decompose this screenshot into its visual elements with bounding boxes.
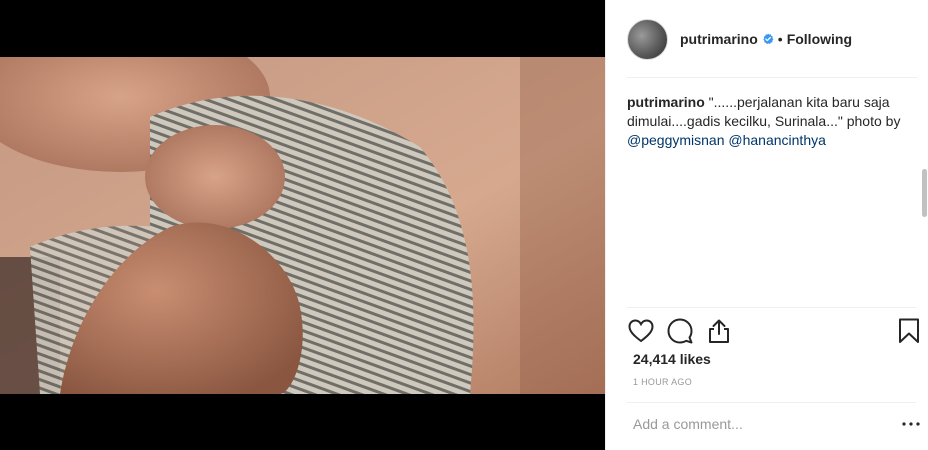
scrollbar-thumb[interactable]: [922, 169, 927, 217]
header-username[interactable]: putrimarino: [680, 31, 758, 47]
comment-button[interactable]: [666, 317, 694, 345]
divider: [627, 307, 916, 308]
post-caption: putrimarino "......perjalanan kita baru …: [627, 93, 909, 150]
verified-badge-icon: [762, 33, 774, 45]
comment-icon: [667, 318, 693, 344]
instagram-post-modal: putrimarino • Following putrimarino "...…: [0, 0, 928, 450]
following-button[interactable]: Following: [787, 31, 852, 47]
avatar[interactable]: [627, 18, 668, 60]
post-photo[interactable]: [0, 57, 605, 394]
caption-mention[interactable]: @hanancinthya: [728, 132, 826, 148]
more-dots-icon: [902, 422, 920, 426]
caption-mention[interactable]: @peggymisnan: [627, 132, 725, 148]
caption-scrollbar[interactable]: [921, 79, 928, 307]
like-button[interactable]: [627, 317, 655, 345]
save-button[interactable]: [895, 317, 923, 345]
bookmark-icon: [899, 318, 919, 343]
add-comment-form: [627, 403, 923, 445]
caption-username[interactable]: putrimarino: [627, 94, 705, 110]
header-separator: •: [777, 31, 783, 47]
baby-hand-photo: [0, 57, 605, 394]
comment-input[interactable]: [627, 416, 899, 432]
more-options-button[interactable]: [899, 412, 923, 436]
likes-count[interactable]: 24,414 likes: [633, 351, 711, 367]
post-actions: [627, 316, 923, 346]
post-media: [0, 0, 605, 450]
post-header: putrimarino • Following: [606, 0, 928, 78]
share-icon: [709, 319, 729, 343]
share-button[interactable]: [705, 317, 733, 345]
heart-icon: [628, 319, 654, 343]
post-side-panel: putrimarino • Following putrimarino "...…: [605, 0, 928, 450]
post-timestamp[interactable]: 1 HOUR AGO: [633, 377, 692, 387]
